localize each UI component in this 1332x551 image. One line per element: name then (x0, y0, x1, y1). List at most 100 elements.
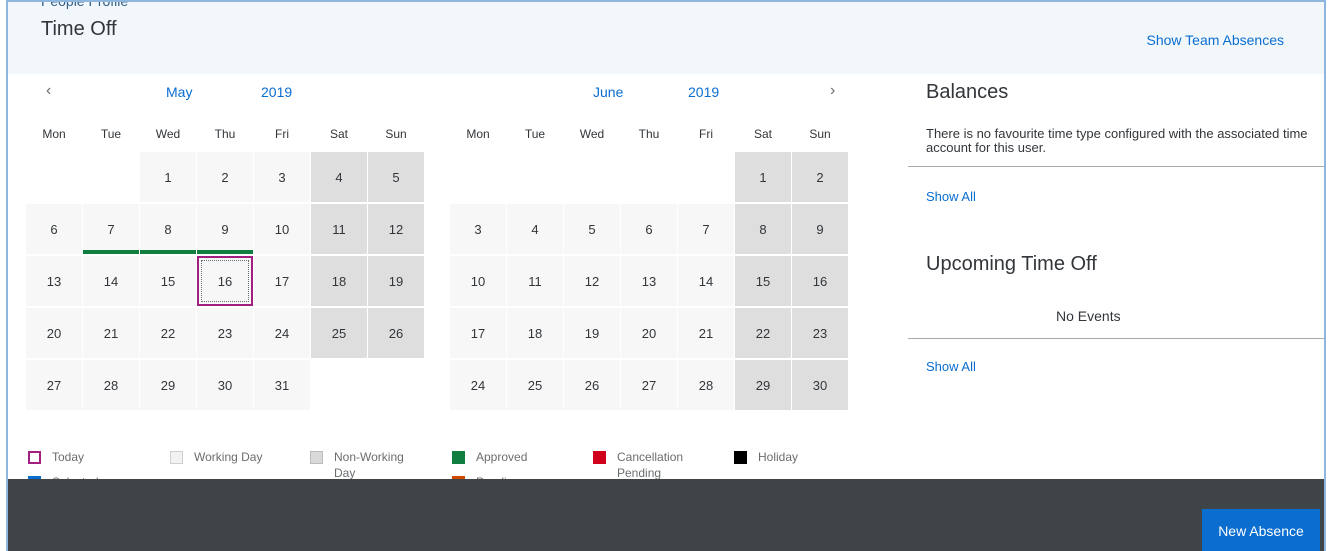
calendar-day[interactable]: 2 (792, 152, 848, 202)
time-off-panel: People Profile Time Off Show Team Absenc… (6, 0, 1326, 551)
day-number: 29 (160, 377, 176, 393)
day-number: 27 (46, 377, 62, 393)
legend-working-day: Working Day (194, 450, 263, 464)
calendar-day[interactable]: 28 (678, 360, 734, 410)
calendar-day[interactable]: 1 (140, 152, 196, 202)
calendar-day[interactable]: 15 (735, 256, 791, 306)
day-number: 20 (641, 325, 657, 341)
calendar-day[interactable]: 17 (254, 256, 310, 306)
calendar-day[interactable]: 19 (564, 308, 620, 358)
day-number: 16 (812, 273, 828, 289)
balances-show-all-link[interactable]: Show All (926, 189, 976, 204)
weekday-header: Tue (524, 127, 546, 141)
month-label-may[interactable]: May (166, 84, 192, 100)
calendar-day[interactable]: 27 (26, 360, 82, 410)
new-absence-button[interactable]: New Absence (1202, 509, 1320, 551)
day-number: 15 (160, 273, 176, 289)
upcoming-show-all-link[interactable]: Show All (926, 359, 976, 374)
day-number: 5 (588, 221, 596, 237)
calendar-day[interactable]: 28 (83, 360, 139, 410)
calendar-day[interactable]: 8 (735, 204, 791, 254)
calendar-day[interactable]: 6 (621, 204, 677, 254)
calendar-day[interactable]: 19 (368, 256, 424, 306)
calendar-day[interactable]: 31 (254, 360, 310, 410)
calendar-day[interactable]: 16 (792, 256, 848, 306)
calendar-day[interactable]: 11 (507, 256, 563, 306)
calendar-day[interactable]: 8 (140, 204, 196, 254)
day-number: 22 (160, 325, 176, 341)
calendar-day[interactable]: 26 (368, 308, 424, 358)
calendar-day[interactable]: 15 (140, 256, 196, 306)
weekday-header: Tue (100, 127, 122, 141)
calendar-day[interactable]: 18 (311, 256, 367, 306)
calendar-day[interactable]: 10 (450, 256, 506, 306)
day-number: 3 (278, 169, 286, 185)
calendar-day[interactable]: 21 (678, 308, 734, 358)
calendar-day[interactable]: 26 (564, 360, 620, 410)
calendar-day[interactable]: 18 (507, 308, 563, 358)
day-number: 25 (331, 325, 347, 341)
calendar-day[interactable]: 2 (197, 152, 253, 202)
calendar-day[interactable]: 22 (140, 308, 196, 358)
year-label-may[interactable]: 2019 (261, 84, 292, 100)
calendar-day[interactable]: 3 (450, 204, 506, 254)
calendar-day[interactable]: 23 (197, 308, 253, 358)
weekday-header: Thu (638, 127, 660, 141)
calendar-day[interactable]: 17 (450, 308, 506, 358)
calendar-day[interactable]: 5 (368, 152, 424, 202)
calendar-day[interactable]: 7 (83, 204, 139, 254)
calendar-day[interactable]: 4 (507, 204, 563, 254)
calendar-day[interactable]: 20 (621, 308, 677, 358)
calendar-day[interactable]: 16 (197, 256, 253, 306)
year-label-june[interactable]: 2019 (688, 84, 719, 100)
day-number: 12 (388, 221, 404, 237)
calendar-day[interactable]: 10 (254, 204, 310, 254)
calendar-day[interactable]: 9 (792, 204, 848, 254)
calendar-day[interactable]: 1 (735, 152, 791, 202)
calendar-day[interactable]: 29 (735, 360, 791, 410)
calendar-day[interactable]: 25 (507, 360, 563, 410)
calendar-day[interactable]: 14 (83, 256, 139, 306)
breadcrumb[interactable]: People Profile (41, 2, 128, 9)
day-number: 18 (331, 273, 347, 289)
prev-month-arrow-icon[interactable]: ‹ (46, 82, 51, 100)
calendar-day[interactable]: 22 (735, 308, 791, 358)
calendar-day[interactable]: 24 (450, 360, 506, 410)
calendar-day[interactable]: 9 (197, 204, 253, 254)
legend-today: Today (52, 450, 85, 464)
calendar-day[interactable]: 13 (621, 256, 677, 306)
working-day-swatch-icon (170, 451, 183, 464)
day-number: 24 (470, 377, 486, 393)
calendar-day[interactable]: 21 (83, 308, 139, 358)
day-number: 14 (103, 273, 119, 289)
day-number: 18 (527, 325, 543, 341)
calendar-day[interactable]: 12 (368, 204, 424, 254)
calendar-day[interactable]: 13 (26, 256, 82, 306)
calendar-day[interactable]: 14 (678, 256, 734, 306)
calendar-day[interactable]: 7 (678, 204, 734, 254)
calendar-day[interactable]: 3 (254, 152, 310, 202)
day-number: 29 (755, 377, 771, 393)
weekday-header: Thu (214, 127, 236, 141)
show-team-absences-link[interactable]: Show Team Absences (1147, 32, 1285, 48)
month-label-june[interactable]: June (593, 84, 623, 100)
calendar-day[interactable]: 24 (254, 308, 310, 358)
calendar-day[interactable]: 23 (792, 308, 848, 358)
calendar-day[interactable]: 11 (311, 204, 367, 254)
day-number: 8 (759, 221, 767, 237)
day-number: 8 (164, 221, 172, 237)
calendar-day[interactable]: 25 (311, 308, 367, 358)
calendar-day[interactable]: 6 (26, 204, 82, 254)
calendar-day[interactable]: 29 (140, 360, 196, 410)
calendar-day[interactable]: 30 (792, 360, 848, 410)
day-number: 15 (755, 273, 771, 289)
weekday-header: Sun (809, 127, 831, 141)
calendar-day[interactable]: 5 (564, 204, 620, 254)
next-month-arrow-icon[interactable]: › (830, 82, 835, 100)
calendar-day[interactable]: 4 (311, 152, 367, 202)
calendar-day[interactable]: 27 (621, 360, 677, 410)
day-number: 23 (217, 325, 233, 341)
calendar-day[interactable]: 12 (564, 256, 620, 306)
calendar-day[interactable]: 30 (197, 360, 253, 410)
calendar-day[interactable]: 20 (26, 308, 82, 358)
